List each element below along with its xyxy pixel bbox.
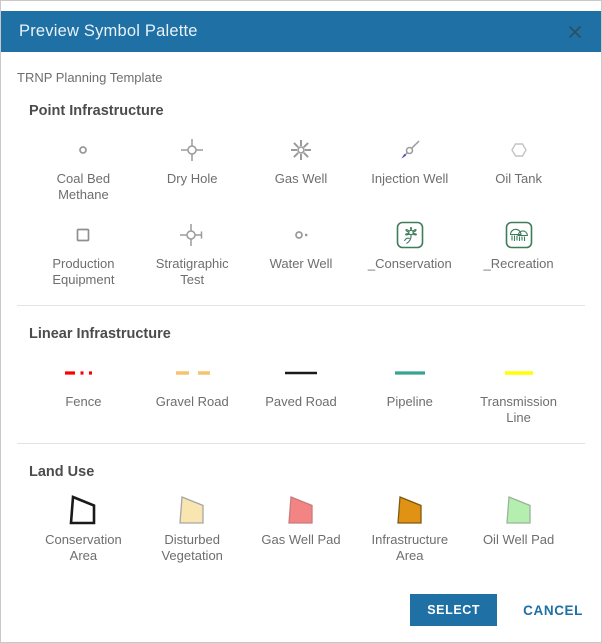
oil-tank-icon: [501, 132, 537, 168]
symbol-label: Oil Tank: [495, 171, 542, 204]
disturbed-vegetation-polygon-icon: [173, 492, 211, 530]
symbol-item: _Recreation: [464, 214, 573, 289]
symbol-label: _Conservation: [368, 256, 452, 289]
symbol-item: Gravel Road: [138, 352, 247, 427]
production-equipment-icon: [65, 217, 101, 253]
symbol-swatch: [282, 490, 320, 532]
symbol-label: Transmission Line: [474, 394, 564, 427]
symbol-label: Pipeline: [387, 394, 433, 427]
conservation-icon: [392, 217, 428, 253]
symbol-item: _Conservation: [355, 214, 464, 289]
coal-bed-methane-icon: [65, 132, 101, 168]
symbol-item: Oil Well Pad: [464, 490, 573, 565]
select-button[interactable]: SELECT: [410, 594, 497, 626]
symbol-item: Gas Well Pad: [247, 490, 356, 565]
section-title: Land Use: [29, 464, 573, 480]
symbol-item: Injection Well: [355, 129, 464, 204]
gravel-road-line-icon: [170, 355, 214, 391]
symbol-swatch: [65, 214, 101, 256]
paved-road-line-icon: [279, 355, 323, 391]
symbol-label: Gas Well: [275, 171, 328, 204]
symbol-label: Injection Well: [371, 171, 448, 204]
symbol-swatch: [65, 129, 101, 171]
symbol-swatch: [61, 352, 105, 394]
injection-well-icon: [392, 132, 428, 168]
symbol-item: Production Equipment: [29, 214, 138, 289]
symbol-item: Infrastructure Area: [355, 490, 464, 565]
section-title: Point Infrastructure: [29, 103, 573, 119]
symbol-label: Production Equipment: [38, 256, 128, 289]
symbol-swatch: [501, 129, 537, 171]
symbol-swatch: [64, 490, 102, 532]
symbol-swatch: [174, 214, 210, 256]
water-well-icon: [283, 217, 319, 253]
symbol-item: Conservation Area: [29, 490, 138, 565]
symbol-sections: Point Infrastructure Coal Bed Methane Dr…: [17, 87, 585, 571]
dialog-footer: SELECT CANCEL: [1, 586, 601, 642]
cancel-button[interactable]: CANCEL: [523, 603, 583, 618]
symbol-item: Fence: [29, 352, 138, 427]
dialog-body: TRNP Planning Template Point Infrastruct…: [1, 52, 601, 586]
symbol-swatch: [173, 490, 211, 532]
stratigraphic-test-icon: [174, 217, 210, 253]
symbol-label: Conservation Area: [38, 532, 128, 565]
symbol-label: Paved Road: [265, 394, 337, 427]
fence-line-icon: [61, 355, 105, 391]
symbol-item: Paved Road: [247, 352, 356, 427]
transmission-line-icon: [497, 355, 541, 391]
dry-hole-icon: [174, 132, 210, 168]
symbol-swatch: [497, 352, 541, 394]
symbol-label: Water Well: [270, 256, 333, 289]
symbol-item: Transmission Line: [464, 352, 573, 427]
symbol-grid: Fence Gravel Road Paved Road Pipeline Tr…: [29, 352, 573, 427]
symbol-label: Oil Well Pad: [483, 532, 554, 565]
close-icon[interactable]: [567, 24, 583, 40]
symbol-section: Point Infrastructure Coal Bed Methane Dr…: [17, 87, 585, 295]
symbol-item: Disturbed Vegetation: [138, 490, 247, 565]
symbol-label: _Recreation: [484, 256, 554, 289]
dialog-title: Preview Symbol Palette: [19, 22, 198, 41]
symbol-label: Fence: [65, 394, 101, 427]
symbol-label: Gravel Road: [156, 394, 229, 427]
symbol-swatch: [279, 352, 323, 394]
preview-symbol-palette-dialog: Preview Symbol Palette TRNP Planning Tem…: [0, 0, 602, 643]
symbol-label: Dry Hole: [167, 171, 218, 204]
symbol-item: Dry Hole: [138, 129, 247, 204]
symbol-section: Land Use Conservation Area Disturbed Veg…: [17, 443, 585, 571]
section-title: Linear Infrastructure: [29, 326, 573, 342]
symbol-grid: Coal Bed Methane Dry Hole Gas Well Injec…: [29, 129, 573, 289]
gas-well-icon: [283, 132, 319, 168]
symbol-swatch: [501, 214, 537, 256]
symbol-swatch: [283, 129, 319, 171]
symbol-label: Stratigraphic Test: [147, 256, 237, 289]
symbol-swatch: [170, 352, 214, 394]
template-name: TRNP Planning Template: [17, 70, 585, 85]
symbol-label: Disturbed Vegetation: [147, 532, 237, 565]
symbol-item: Gas Well: [247, 129, 356, 204]
symbol-item: Pipeline: [355, 352, 464, 427]
symbol-swatch: [174, 129, 210, 171]
symbol-item: Coal Bed Methane: [29, 129, 138, 204]
conservation-area-polygon-icon: [64, 492, 102, 530]
symbol-item: Water Well: [247, 214, 356, 289]
symbol-item: Stratigraphic Test: [138, 214, 247, 289]
infrastructure-area-polygon-icon: [391, 492, 429, 530]
symbol-label: Gas Well Pad: [261, 532, 340, 565]
symbol-swatch: [391, 490, 429, 532]
dialog-header: Preview Symbol Palette: [1, 11, 601, 52]
symbol-section: Linear Infrastructure Fence Gravel Road …: [17, 305, 585, 433]
recreation-icon: [501, 217, 537, 253]
gas-well-pad-polygon-icon: [282, 492, 320, 530]
symbol-label: Infrastructure Area: [365, 532, 455, 565]
symbol-grid: Conservation Area Disturbed Vegetation G…: [29, 490, 573, 565]
symbol-item: Oil Tank: [464, 129, 573, 204]
symbol-swatch: [392, 129, 428, 171]
symbol-swatch: [388, 352, 432, 394]
oil-well-pad-polygon-icon: [500, 492, 538, 530]
symbol-swatch: [500, 490, 538, 532]
symbol-label: Coal Bed Methane: [38, 171, 128, 204]
symbol-swatch: [392, 214, 428, 256]
symbol-swatch: [283, 214, 319, 256]
pipeline-line-icon: [388, 355, 432, 391]
